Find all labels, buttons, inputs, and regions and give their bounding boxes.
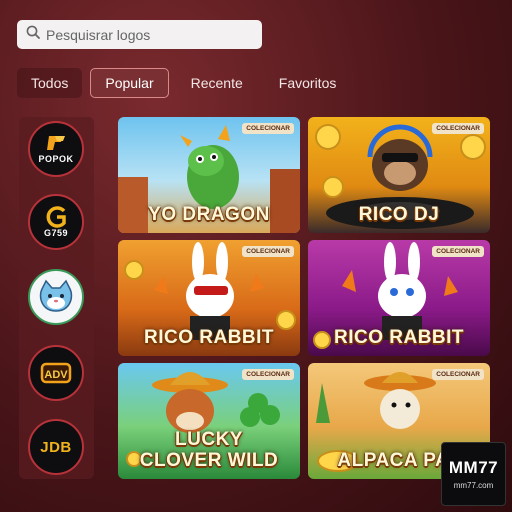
popok-logo-icon [47, 136, 65, 150]
collect-badge: COLECIONAR [242, 369, 294, 380]
game-card[interactable]: COLECIONAR RICO RABBIT [308, 240, 490, 356]
provider-cat[interactable] [28, 269, 84, 325]
search-icon [26, 25, 40, 44]
search-bar[interactable] [17, 20, 262, 49]
collect-badge: COLECIONAR [432, 123, 484, 134]
game-title: YO DRAGON [148, 204, 270, 225]
collect-badge: COLECIONAR [242, 123, 294, 134]
provider-popok[interactable]: POPOK [28, 121, 84, 177]
cat-logo-icon [39, 279, 73, 312]
provider-jdb[interactable]: JDB [28, 419, 84, 475]
watermark-site: mm77.com [453, 481, 494, 490]
tadv-logo-icon: ADV [40, 362, 72, 384]
tab-popular[interactable]: Popular [90, 68, 169, 98]
game-title: RICO DJ [358, 204, 440, 225]
tab-todos[interactable]: Todos [17, 68, 83, 98]
provider-label: G759 [43, 228, 69, 238]
game-card[interactable]: COLECIONAR RICO RABBIT [118, 240, 300, 356]
tab-favoritos[interactable]: Favoritos [265, 68, 351, 98]
tab-recente[interactable]: Recente [177, 68, 257, 98]
provider-sidebar: POPOK G759 ADV JDB [19, 117, 94, 479]
mm77-watermark: MM77 mm77.com [441, 442, 506, 506]
game-title: RICO RABBIT [333, 327, 465, 348]
search-input[interactable] [46, 26, 246, 43]
game-card[interactable]: COLECIONAR LUCKY CLOVER WILD [118, 363, 300, 479]
game-card[interactable]: COLECIONAR YO DRAGON [118, 117, 300, 233]
collect-badge: COLECIONAR [432, 369, 484, 380]
provider-tadv[interactable]: ADV [28, 345, 84, 401]
provider-g759[interactable]: G759 [28, 194, 84, 250]
g759-logo-icon [46, 206, 66, 228]
provider-label: POPOK [38, 154, 74, 164]
provider-label: JDB [40, 438, 72, 456]
game-title: LUCKY CLOVER WILD [139, 429, 279, 471]
collect-badge: COLECIONAR [242, 246, 294, 257]
game-title: RICO RABBIT [143, 327, 275, 348]
collect-badge: COLECIONAR [432, 246, 484, 257]
watermark-brand: MM77 [448, 458, 499, 477]
game-card[interactable]: COLECIONAR RICO DJ [308, 117, 490, 233]
filter-tabs: Todos Popular Recente Favoritos [17, 68, 358, 98]
svg-text:ADV: ADV [44, 369, 68, 381]
